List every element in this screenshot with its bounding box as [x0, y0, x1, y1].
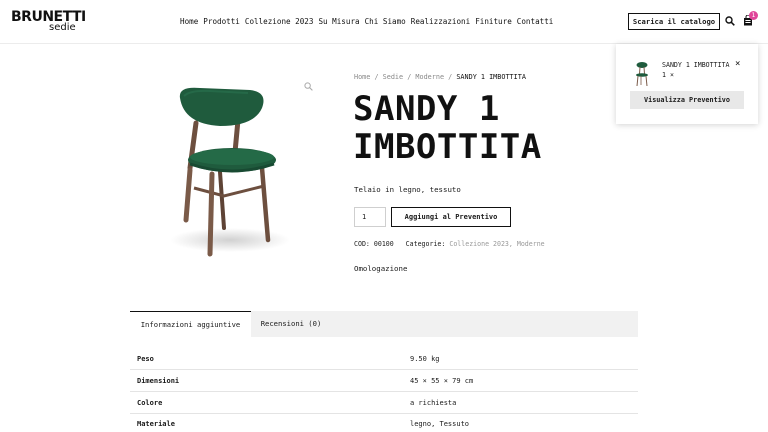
breadcrumb-home[interactable]: Home: [354, 73, 370, 81]
brunetti-logo[interactable]: BRUNETTI sedie: [11, 9, 86, 35]
sku-label: COD:: [354, 240, 370, 248]
cart-count-badge: 1: [749, 11, 758, 20]
nav-realizzazioni[interactable]: Realizzazioni: [411, 16, 470, 27]
main-nav: Home Prodotti Collezione 2023 Su Misura …: [180, 16, 553, 27]
breadcrumb-sedie[interactable]: Sedie: [383, 73, 403, 81]
attribute-row: Dimensioni 45 × 55 × 79 cm: [130, 370, 638, 392]
attribute-label: Materiale: [137, 420, 175, 428]
sku-value: 00100: [373, 240, 394, 248]
category-link-collezione[interactable]: Collezione 2023: [449, 240, 509, 248]
tab-informazioni-aggiuntive[interactable]: Informazioni aggiuntive: [130, 311, 251, 337]
logo-sub-text: sedie: [49, 22, 76, 33]
attribute-label: Dimensioni: [137, 377, 180, 385]
breadcrumb-separator: /: [448, 73, 453, 81]
download-catalog-button[interactable]: Scarica il catalogo: [628, 13, 720, 30]
product-title-line-2: IMBOTTITA: [353, 127, 542, 167]
attribute-row: Materiale legno, Tessuto: [130, 413, 638, 432]
add-to-quote-button[interactable]: Aggiungi al Preventivo: [391, 207, 511, 227]
site-header: BRUNETTI sedie Home Prodotti Collezione …: [0, 0, 768, 44]
attribute-value: legno, Tessuto: [410, 420, 470, 428]
nav-su-misura[interactable]: Su Misura: [318, 16, 359, 27]
zoom-icon[interactable]: [304, 82, 313, 91]
attribute-value: 9.50 kg: [410, 355, 440, 363]
nav-contatti[interactable]: Contatti: [517, 16, 554, 27]
categories-label: Categorie:: [405, 240, 446, 248]
attribute-row: Colore a richiesta: [130, 392, 638, 414]
omologazione-link[interactable]: Omologazione: [354, 264, 407, 274]
category-link-moderne[interactable]: Moderne: [517, 240, 545, 248]
product-short-description: Telaio in legno, tessuto: [354, 185, 461, 194]
attribute-row: Peso 9.50 kg: [130, 348, 638, 370]
product-meta: COD: 00100 Categorie: Collezione 2023, M…: [354, 240, 545, 248]
nav-prodotti[interactable]: Prodotti: [203, 16, 240, 27]
breadcrumb-current: SANDY 1 IMBOTTITA: [456, 73, 526, 81]
attribute-value: 45 × 55 × 79 cm: [410, 377, 474, 385]
product-image[interactable]: [150, 68, 330, 268]
cart-item-quantity: 1 ×: [662, 71, 674, 79]
product-title: SANDY 1 IMBOTTITA: [353, 90, 613, 166]
nav-home[interactable]: Home: [180, 16, 198, 27]
tab-recensioni[interactable]: Recensioni (0): [251, 311, 331, 337]
remove-item-icon[interactable]: ×: [735, 59, 740, 70]
breadcrumb: Home / Sedie / Moderne / SANDY 1 IMBOTTI…: [354, 73, 526, 82]
cart-item-name[interactable]: SANDY 1 IMBOTTITA: [662, 61, 730, 70]
view-quote-button[interactable]: Visualizza Preventivo: [630, 91, 744, 109]
nav-finiture[interactable]: Finiture: [475, 16, 512, 27]
breadcrumb-separator: /: [374, 73, 379, 81]
nav-collezione-2023[interactable]: Collezione 2023: [245, 16, 314, 27]
search-icon[interactable]: [725, 16, 735, 26]
nav-chi-siamo[interactable]: Chi Siamo: [365, 16, 406, 27]
breadcrumb-separator: /: [407, 73, 412, 81]
attribute-value: a richiesta: [410, 399, 457, 407]
cart-item-thumbnail[interactable]: [635, 59, 649, 87]
product-title-line-1: SANDY 1: [353, 89, 500, 129]
breadcrumb-moderne[interactable]: Moderne: [415, 73, 444, 81]
quantity-input[interactable]: 1: [354, 207, 386, 227]
attribute-label: Peso: [137, 355, 154, 363]
attribute-label: Colore: [137, 399, 163, 407]
mini-cart-dropdown: SANDY 1 IMBOTTITA 1 × × Visualizza Preve…: [616, 44, 758, 124]
